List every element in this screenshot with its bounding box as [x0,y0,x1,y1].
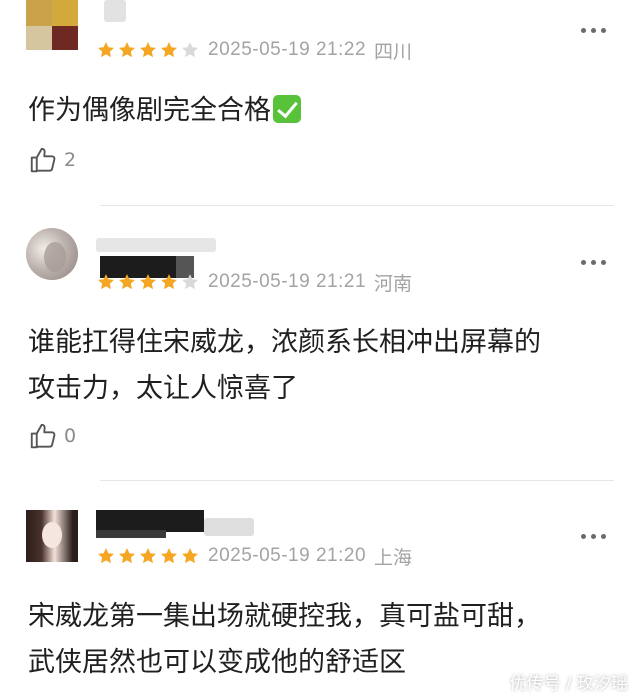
like-count: 2 [64,149,77,171]
comment-2: 2025-05-19 21:21 河南 谁能扛得住宋威龙，浓颜系长相冲出屏幕的 … [0,228,640,478]
location: 河南 [374,272,413,295]
star-filled-icon [119,42,135,58]
avatar[interactable] [26,228,78,280]
username-redacted [96,508,266,538]
username-redacted [96,234,236,278]
star-empty-icon [182,274,198,290]
comment-text-line: 谁能扛得住宋威龙，浓颜系长相冲出屏幕的 [28,327,541,358]
divider [100,480,614,481]
comment-meta: 2025-05-19 21:20 上海 [96,542,412,570]
star-filled-icon [98,274,114,290]
divider [100,205,614,206]
star-filled-icon [98,42,114,58]
comment-meta: 2025-05-19 21:21 河南 [96,268,412,296]
comment-text-line: 宋威龙第一集出场就硬控我，真可盐可甜， [28,601,541,632]
check-mark-emoji-icon [273,95,301,123]
star-rating [96,272,200,292]
comment-text: 作为偶像剧完全合格 [28,88,618,134]
star-filled-icon [161,42,177,58]
star-filled-icon [140,274,156,290]
comment-1: 2025-05-19 21:22 四川 作为偶像剧完全合格 2 [0,0,640,200]
thumbs-up-icon [30,147,56,173]
star-rating [96,40,200,60]
star-filled-icon [140,42,156,58]
timestamp: 2025-05-19 21:20 [208,545,367,566]
star-filled-icon [161,548,177,564]
comment-text: 谁能扛得住宋威龙，浓颜系长相冲出屏幕的 攻击力，太让人惊喜了 [28,320,618,412]
star-empty-icon [182,42,198,58]
username-redacted [96,0,156,30]
star-filled-icon [161,274,177,290]
thumbs-up-icon [30,423,56,449]
comment-text-line: 攻击力，太让人惊喜了 [28,373,298,404]
star-filled-icon [140,548,156,564]
location: 四川 [374,40,413,63]
more-options-icon[interactable] [581,534,606,539]
avatar[interactable] [26,510,78,562]
comment-meta: 2025-05-19 21:22 四川 [96,36,412,64]
star-filled-icon [119,274,135,290]
star-filled-icon [98,548,114,564]
like-button[interactable]: 0 [28,421,76,451]
timestamp: 2025-05-19 21:21 [208,271,367,292]
timestamp: 2025-05-19 21:22 [208,39,367,60]
star-filled-icon [119,548,135,564]
more-options-icon[interactable] [581,260,606,265]
watermark: 优传号 / 玫汐瑶 [509,674,628,694]
avatar[interactable] [26,0,78,50]
like-button[interactable]: 2 [28,145,76,175]
star-rating [96,546,200,566]
more-options-icon[interactable] [581,28,606,33]
location: 上海 [374,546,413,569]
star-filled-icon [182,548,198,564]
like-count: 0 [64,425,77,447]
